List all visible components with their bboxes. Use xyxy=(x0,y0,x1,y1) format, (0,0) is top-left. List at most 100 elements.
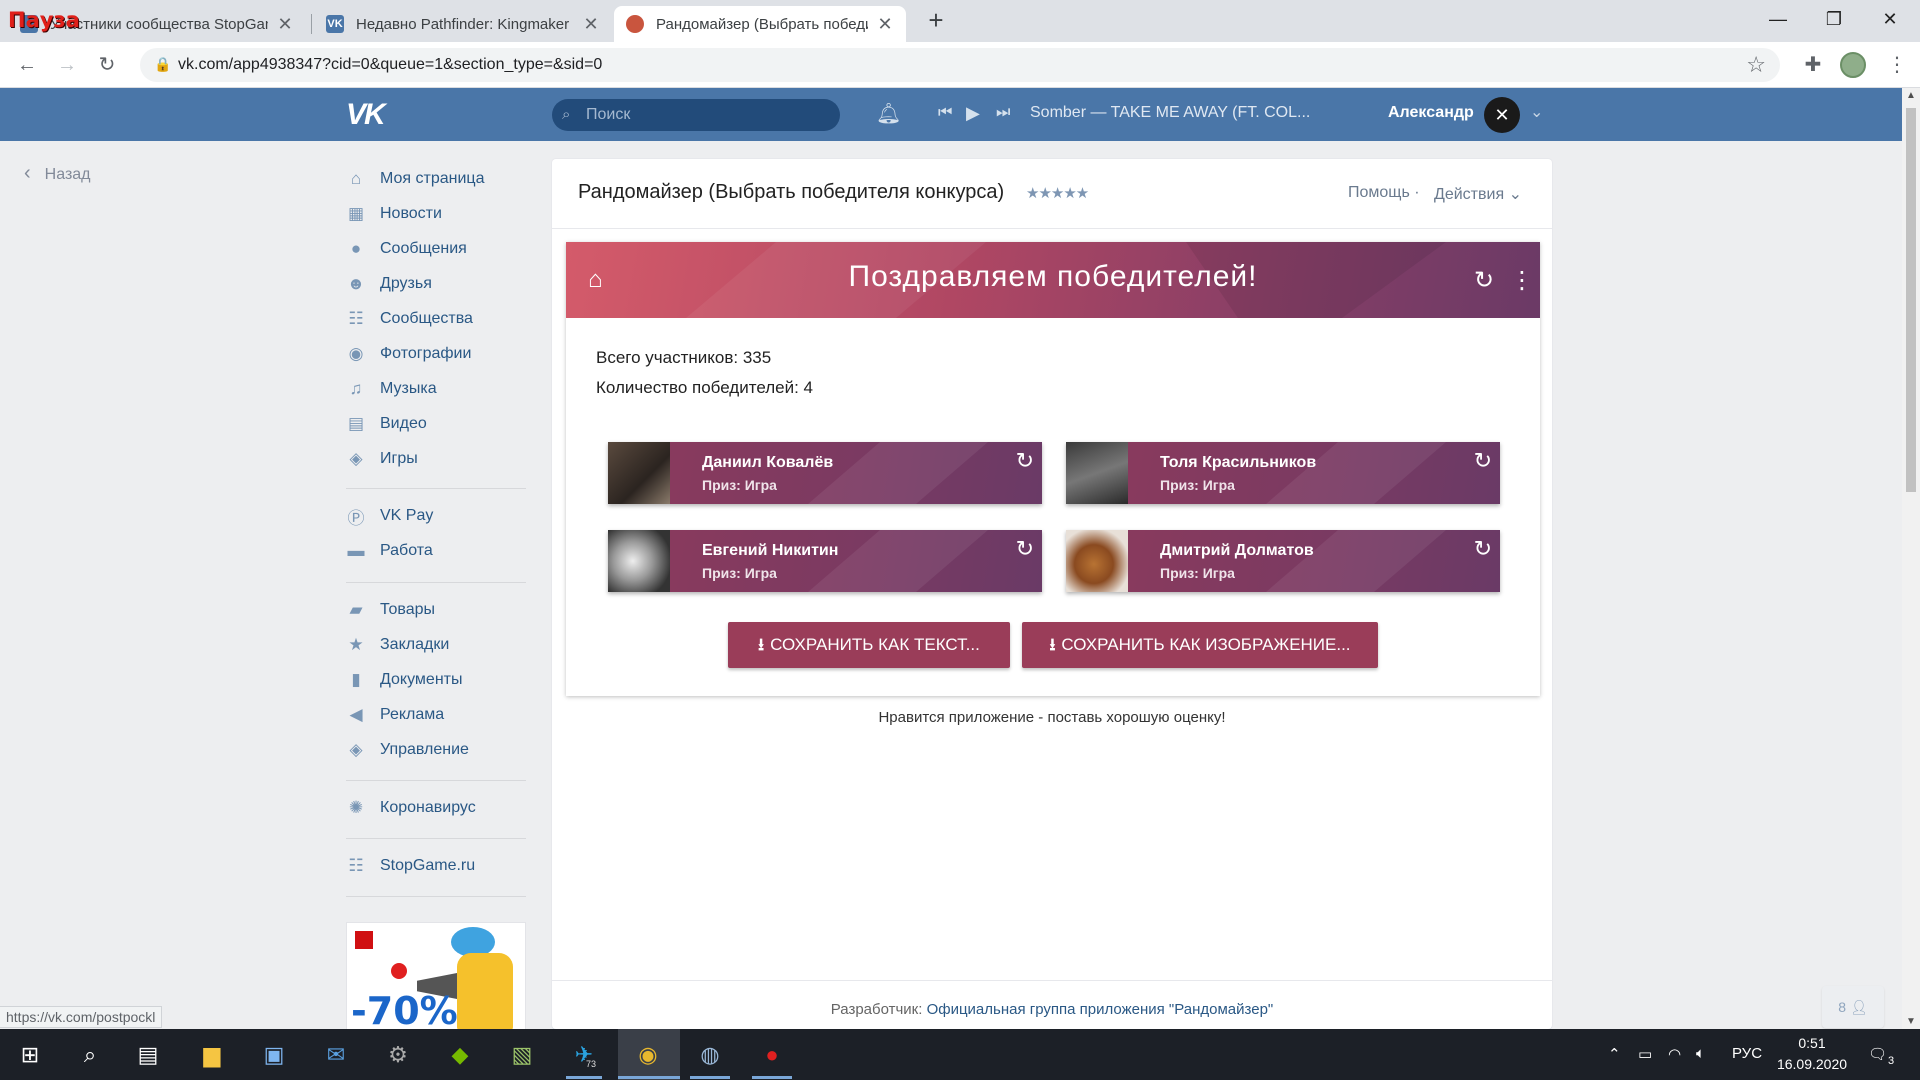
browser-tab-3-active[interactable]: Рандомайзер (Выбрать победит ✕ xyxy=(614,6,906,42)
chevron-down-icon[interactable]: ⌄ xyxy=(1530,102,1543,122)
sidebar-item-messages[interactable]: ● Сообщения xyxy=(346,237,467,261)
winner-avatar[interactable] xyxy=(608,530,670,592)
store-icon[interactable]: ▣ xyxy=(256,1037,292,1073)
sidebar-item-documents[interactable]: ▮ Документы xyxy=(346,668,462,692)
refresh-icon[interactable]: ↻ xyxy=(1474,266,1494,295)
reroll-winner-icon[interactable]: ↻ xyxy=(1016,536,1034,562)
file-explorer-icon[interactable]: ▆ xyxy=(194,1037,230,1073)
winner-card[interactable]: Толя Красильников Приз: Игра ↻ xyxy=(1066,442,1500,504)
winner-name[interactable]: Евгений Никитин xyxy=(702,542,838,560)
winner-name[interactable]: Даниил Ковалёв xyxy=(702,454,833,472)
browser-tab-2[interactable]: VK Недавно Pathfinder: Kingmaker ✕ xyxy=(314,6,612,42)
extensions-puzzle-icon[interactable]: ✚ xyxy=(1800,52,1826,78)
more-vertical-icon[interactable]: ⋮ xyxy=(1510,266,1534,295)
winner-name[interactable]: Толя Красильников xyxy=(1160,454,1316,472)
nvidia-icon[interactable]: ◆ xyxy=(442,1037,478,1073)
user-avatar[interactable]: ✕ xyxy=(1484,97,1520,133)
task-view-icon[interactable]: ▤ xyxy=(130,1037,166,1073)
next-track-icon[interactable]: ⏭︎ xyxy=(996,104,1010,122)
randomizer-results-panel: Поздравляем победителей! ⌂ ↻ ⋮ Всего уча… xyxy=(566,242,1540,696)
close-tab-icon[interactable]: ✕ xyxy=(582,14,600,35)
bookmark-star-icon[interactable]: ☆ xyxy=(1746,52,1766,78)
back-link[interactable]: ‹ Назад xyxy=(24,162,91,185)
scrollbar-thumb[interactable] xyxy=(1906,108,1916,492)
developer-prefix: Разработчик: xyxy=(830,1001,923,1018)
save-as-image-button[interactable]: ⭳ СОХРАНИТЬ КАК ИЗОБРАЖЕНИЕ... xyxy=(1022,622,1378,668)
settings-gear-icon[interactable]: ⚙ xyxy=(380,1037,416,1073)
windows-start-icon[interactable]: ⊞ xyxy=(12,1037,48,1073)
scroll-up-icon[interactable]: ▲ xyxy=(1906,90,1916,101)
restore-window-button[interactable]: ❐ xyxy=(1806,0,1862,38)
winner-avatar[interactable] xyxy=(1066,442,1128,504)
close-tab-icon[interactable]: ✕ xyxy=(876,14,894,35)
online-friends-widget[interactable]: 8 👤︎ xyxy=(1822,986,1884,1028)
sidebar-item-friends[interactable]: ☻ Друзья xyxy=(346,272,432,296)
notifications-bell-icon[interactable]: 🔔︎ xyxy=(876,101,901,126)
mail-icon[interactable]: ✉ xyxy=(318,1037,354,1073)
close-tab-icon[interactable]: ✕ xyxy=(276,14,294,35)
user-name[interactable]: Александр xyxy=(1388,104,1474,122)
search-icon[interactable]: ⌕ xyxy=(72,1037,108,1073)
sidebar-item-communities[interactable]: ☷ Сообщества xyxy=(346,307,473,331)
winner-card[interactable]: Евгений Никитин Приз: Игра ↻ xyxy=(608,530,1042,592)
sidebar-item-group[interactable]: ☷ StopGame.ru xyxy=(346,854,475,878)
browser-menu-icon[interactable]: ⋮ xyxy=(1884,52,1910,78)
winner-avatar[interactable] xyxy=(1066,530,1128,592)
url-field[interactable]: 🔒 vk.com/app4938347?cid=0&queue=1&sectio… xyxy=(140,48,1780,82)
telegram-icon[interactable]: ✈ xyxy=(566,1037,602,1073)
reroll-winner-icon[interactable]: ↻ xyxy=(1474,448,1492,474)
help-link[interactable]: Помощь · xyxy=(1348,184,1420,202)
forward-arrow-icon[interactable]: → xyxy=(54,52,80,78)
steam-icon[interactable]: ◍ xyxy=(692,1037,728,1073)
notifications-icon[interactable]: 🗨︎ xyxy=(1868,1045,1887,1063)
sidebar-item-bookmarks[interactable]: ★ Закладки xyxy=(346,633,449,657)
sidebar-item-ads[interactable]: ◀ Реклама xyxy=(346,703,444,727)
winner-card[interactable]: Дмитрий Долматов Приз: Игра ↻ xyxy=(1066,530,1500,592)
recorder-icon[interactable]: ● xyxy=(754,1037,790,1073)
notepad-icon[interactable]: ▧ xyxy=(504,1037,540,1073)
sidebar-item-photos[interactable]: ◉ Фотографии xyxy=(346,342,472,366)
back-arrow-icon[interactable]: ← xyxy=(14,52,40,78)
sidebar-item-vkpay[interactable]: Ⓟ VK Pay xyxy=(346,504,434,528)
winner-avatar[interactable] xyxy=(608,442,670,504)
save-as-text-button[interactable]: ⭳ СОХРАНИТЬ КАК ТЕКСТ... xyxy=(728,622,1010,668)
card-decoration xyxy=(1266,530,1446,592)
sidebar-item-home[interactable]: ⌂ Моя страница xyxy=(346,167,485,191)
vk-logo[interactable]: VK xyxy=(346,98,386,132)
sidebar-item-label: Управление xyxy=(380,741,469,758)
sidebar-item-virus[interactable]: ✺ Коронавирус xyxy=(346,796,476,820)
reload-icon[interactable]: ↻ xyxy=(94,52,120,78)
volume-icon[interactable]: 🔈︎ xyxy=(1696,1045,1705,1062)
battery-icon[interactable]: ▭ xyxy=(1638,1045,1652,1063)
vk-search-input[interactable]: ⌕ Поиск xyxy=(552,99,840,131)
developer-link[interactable]: Официальная группа приложения "Рандомайз… xyxy=(927,1001,1274,1018)
page-scrollbar[interactable]: ▲ ▼ xyxy=(1902,88,1920,1029)
sidebar-item-games[interactable]: ◈ Игры xyxy=(346,447,417,471)
sidebar-item-news[interactable]: ▦ Новости xyxy=(346,202,442,226)
sidebar-item-goods[interactable]: ▰ Товары xyxy=(346,598,435,622)
scroll-down-icon[interactable]: ▼ xyxy=(1906,1016,1916,1027)
language-indicator[interactable]: РУС xyxy=(1732,1045,1762,1062)
home-icon[interactable]: ⌂ xyxy=(588,266,603,294)
system-clock[interactable]: 0:51 16.09.2020 xyxy=(1776,1033,1848,1075)
reroll-winner-icon[interactable]: ↻ xyxy=(1016,448,1034,474)
sidebar-item-work[interactable]: ▬ Работа xyxy=(346,539,433,563)
browser-profile-avatar[interactable] xyxy=(1840,52,1866,78)
reroll-winner-icon[interactable]: ↻ xyxy=(1474,536,1492,562)
close-window-button[interactable]: ✕ xyxy=(1862,0,1918,38)
promo-banner[interactable]: -70% xyxy=(346,922,526,1030)
minimize-window-button[interactable]: — xyxy=(1750,0,1806,38)
chrome-icon[interactable]: ◉ xyxy=(630,1037,666,1073)
play-icon[interactable]: ▶ xyxy=(966,103,980,124)
wifi-icon[interactable]: ◠ xyxy=(1668,1045,1681,1063)
new-tab-button[interactable]: + xyxy=(922,6,950,34)
actions-dropdown[interactable]: Действия ⌄ xyxy=(1434,184,1522,204)
sidebar-item-music[interactable]: ♫ Музыка xyxy=(346,377,437,401)
sidebar-item-manage[interactable]: ◈ Управление xyxy=(346,738,469,762)
previous-track-icon[interactable]: ⏮︎ xyxy=(938,104,952,122)
winner-card[interactable]: Даниил Ковалёв Приз: Игра ↻ xyxy=(608,442,1042,504)
tray-chevron-up-icon[interactable]: ⌃ xyxy=(1608,1045,1621,1063)
winner-name[interactable]: Дмитрий Долматов xyxy=(1160,542,1314,560)
sidebar-item-video[interactable]: ▤ Видео xyxy=(346,412,427,436)
now-playing-track[interactable]: Somber — TAKE ME AWAY (FT. COL... xyxy=(1030,104,1310,122)
